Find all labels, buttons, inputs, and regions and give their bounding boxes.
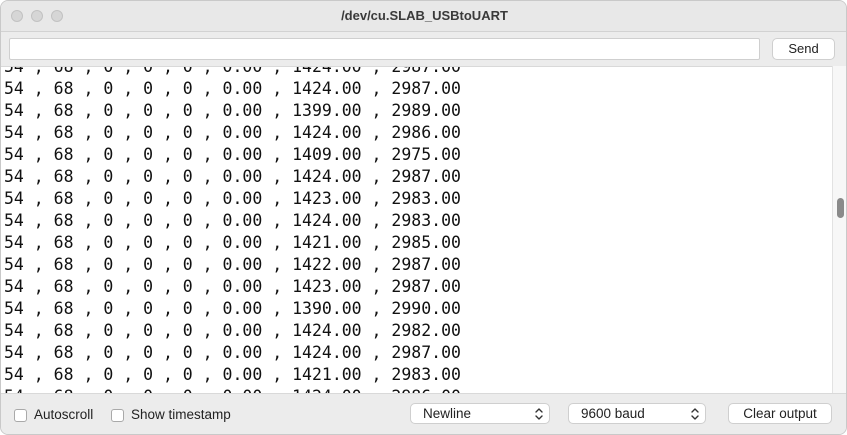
- output-line: 54 , 68 , 0 , 0 , 0 , 0.00 , 1424.00 , 2…: [4, 211, 461, 230]
- title-bar: /dev/cu.SLAB_USBtoUART: [1, 1, 846, 32]
- window-title: /dev/cu.SLAB_USBtoUART: [341, 8, 508, 23]
- output-line: 54 , 68 , 0 , 0 , 0 , 0.00 , 1423.00 , 2…: [4, 189, 461, 208]
- message-input[interactable]: [9, 38, 760, 60]
- autoscroll-checkbox[interactable]: [14, 409, 27, 422]
- output-line: 54 , 68 , 0 , 0 , 0 , 0.00 , 1424.00 , 2…: [4, 386, 461, 393]
- scrollbar-thumb[interactable]: [837, 198, 844, 218]
- baud-rate-select[interactable]: 9600 baud: [568, 403, 706, 424]
- chevron-updown-icon: [691, 408, 699, 420]
- send-button[interactable]: Send: [772, 38, 835, 60]
- serial-output[interactable]: 54 , 68 , 0 , 0 , 0 , 0.00 , 1424.00 , 2…: [1, 66, 832, 393]
- baud-rate-value: 9600 baud: [581, 406, 645, 421]
- output-line: 54 , 68 , 0 , 0 , 0 , 0.00 , 1421.00 , 2…: [4, 365, 461, 384]
- output-line: 54 , 68 , 0 , 0 , 0 , 0.00 , 1424.00 , 2…: [4, 321, 461, 340]
- output-line: 54 , 68 , 0 , 0 , 0 , 0.00 , 1399.00 , 2…: [4, 101, 461, 120]
- output-line: 54 , 68 , 0 , 0 , 0 , 0.00 , 1390.00 , 2…: [4, 299, 461, 318]
- output-line: 54 , 68 , 0 , 0 , 0 , 0.00 , 1424.00 , 2…: [4, 123, 461, 142]
- output-line: 54 , 68 , 0 , 0 , 0 , 0.00 , 1424.00 , 2…: [4, 343, 461, 362]
- show-timestamp-checkbox[interactable]: [111, 409, 124, 422]
- output-scrollbar[interactable]: [832, 66, 846, 393]
- output-line: 54 , 68 , 0 , 0 , 0 , 0.00 , 1409.00 , 2…: [4, 145, 461, 164]
- line-ending-select[interactable]: Newline: [410, 403, 550, 424]
- clear-output-button[interactable]: Clear output: [728, 403, 832, 424]
- output-line: 54 , 68 , 0 , 0 , 0 , 0.00 , 1421.00 , 2…: [4, 233, 461, 252]
- chevron-updown-icon: [535, 408, 543, 420]
- output-line: 54 , 68 , 0 , 0 , 0 , 0.00 , 1423.00 , 2…: [4, 277, 461, 296]
- autoscroll-label: Autoscroll: [34, 407, 94, 422]
- serial-monitor-window: /dev/cu.SLAB_USBtoUART Send 54 , 68 , 0 …: [0, 0, 847, 435]
- output-line: 54 , 68 , 0 , 0 , 0 , 0.00 , 1424.00 , 2…: [4, 79, 461, 98]
- output-line: 54 , 68 , 0 , 0 , 0 , 0.00 , 1422.00 , 2…: [4, 255, 461, 274]
- bottom-bar: Autoscroll Show timestamp Newline 9600 b…: [1, 393, 846, 434]
- output-lines: 54 , 68 , 0 , 0 , 0 , 0.00 , 1424.00 , 2…: [4, 66, 461, 393]
- line-ending-value: Newline: [423, 406, 472, 421]
- output-line: 54 , 68 , 0 , 0 , 0 , 0.00 , 1424.00 , 2…: [4, 167, 461, 186]
- output-line: 54 , 68 , 0 , 0 , 0 , 0.00 , 1424.00 , 2…: [4, 66, 461, 76]
- show-timestamp-label: Show timestamp: [131, 407, 231, 422]
- send-bar: Send: [1, 32, 846, 66]
